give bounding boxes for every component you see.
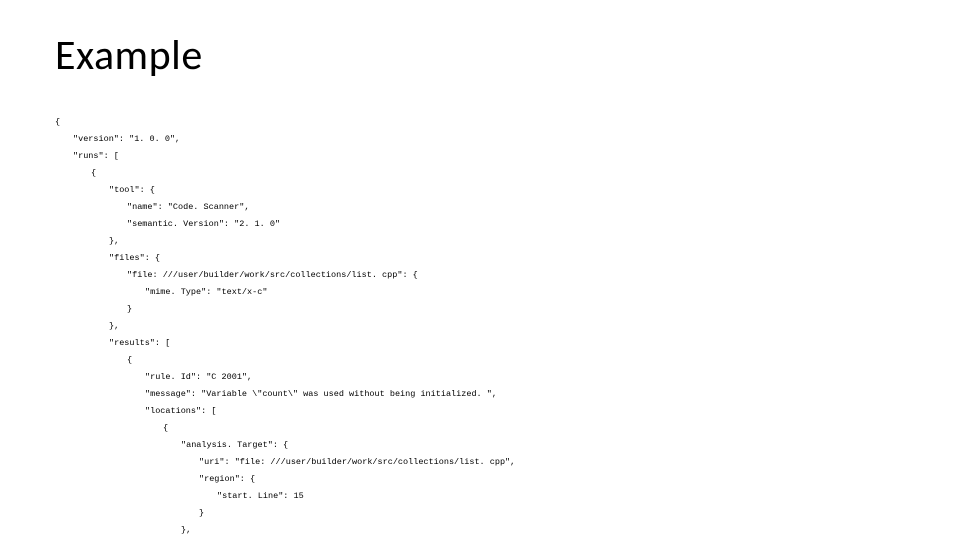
code-line: "rule. Id": "C 2001",: [55, 373, 910, 382]
code-line: "locations": [: [55, 407, 910, 416]
code-line: "analysis. Target": {: [55, 441, 910, 450]
code-line: "name": "Code. Scanner",: [55, 203, 910, 212]
code-line: "start. Line": 15: [55, 492, 910, 501]
code-line: "message": "Variable \"count\" was used …: [55, 390, 910, 399]
code-line: "mime. Type": "text/x-c": [55, 288, 910, 297]
page-title: Example: [55, 30, 910, 81]
code-line: "uri": "file: ///user/builder/work/src/c…: [55, 458, 910, 467]
code-line: "tool": {: [55, 186, 910, 195]
code-line: "semantic. Version": "2. 1. 0": [55, 220, 910, 229]
code-line: },: [55, 526, 910, 535]
code-line: "files": {: [55, 254, 910, 263]
code-line: }: [55, 509, 910, 518]
code-line: }: [55, 305, 910, 314]
code-line: {: [55, 356, 910, 365]
code-line: "version": "1. 0. 0",: [55, 135, 910, 144]
code-line: },: [55, 322, 910, 331]
code-line: "region": {: [55, 475, 910, 484]
code-line: "results": [: [55, 339, 910, 348]
code-line: },: [55, 237, 910, 246]
code-line: "runs": [: [55, 152, 910, 161]
slide: Example { "version": "1. 0. 0", "runs": …: [0, 0, 960, 540]
code-line: {: [55, 118, 910, 127]
code-line: {: [55, 424, 910, 433]
code-example: { "version": "1. 0. 0", "runs": [ { "too…: [55, 109, 910, 540]
code-line: "file: ///user/builder/work/src/collecti…: [55, 271, 910, 280]
code-line: {: [55, 169, 910, 178]
